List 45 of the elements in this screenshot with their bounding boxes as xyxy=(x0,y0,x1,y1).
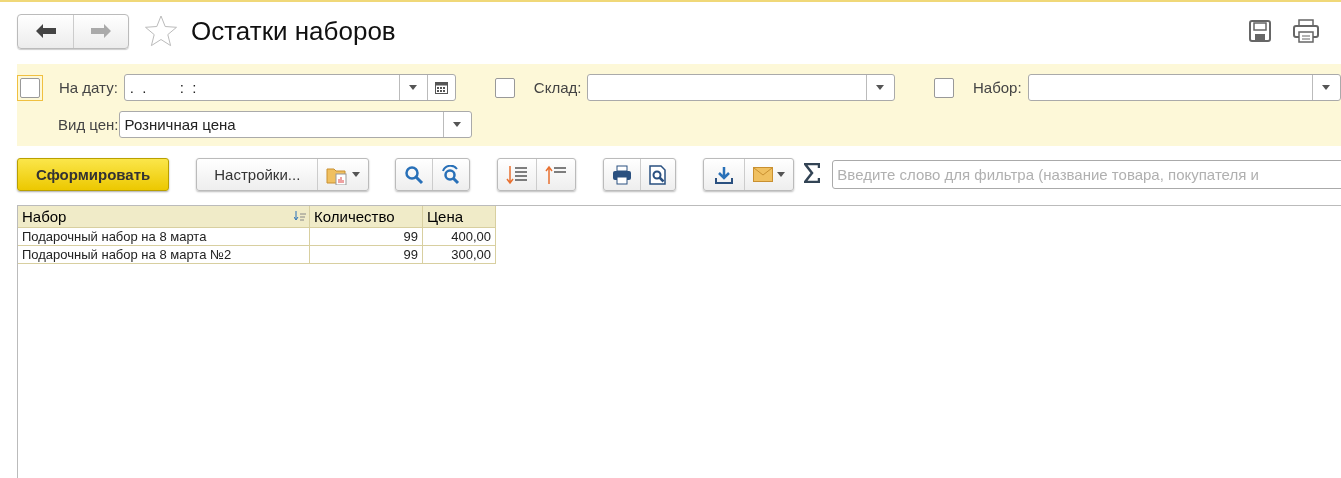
page-magnifier-icon xyxy=(649,164,668,185)
search-icon xyxy=(404,164,425,185)
table-cell: 300,00 xyxy=(422,245,496,264)
field-label: Набор: xyxy=(972,79,1022,96)
printer-icon xyxy=(612,164,633,185)
field-label: Вид цен: xyxy=(58,116,119,133)
list-arrow-down-icon xyxy=(506,164,529,185)
table-cell: 400,00 xyxy=(422,227,496,246)
forward-arrow-icon xyxy=(91,24,111,38)
generate-button[interactable]: Сформировать xyxy=(17,158,170,191)
search-refresh-icon xyxy=(441,164,462,185)
column-header[interactable]: Количество xyxy=(309,206,423,228)
star-icon[interactable] xyxy=(143,14,179,48)
field-label: На дату: xyxy=(59,79,118,96)
date-field[interactable]: . . : : xyxy=(123,74,456,101)
caret-icon xyxy=(453,122,462,127)
select-field[interactable] xyxy=(1027,74,1341,101)
table-cell: Подарочный набор на 8 марта xyxy=(18,227,310,246)
column-header[interactable]: Цена xyxy=(422,206,496,228)
window-title: Остатки наборов xyxy=(191,15,396,47)
select-field[interactable]: Розничная цена xyxy=(118,111,472,138)
calendar-icon xyxy=(434,81,448,94)
back-arrow-icon xyxy=(35,24,56,38)
caret-icon xyxy=(777,172,786,177)
table-cell: 99 xyxy=(309,227,423,246)
print-button[interactable] xyxy=(1293,19,1319,43)
caret-icon xyxy=(1322,85,1331,90)
table-cell: 99 xyxy=(309,245,423,264)
caret-icon xyxy=(352,172,361,177)
save-button[interactable] xyxy=(1249,20,1271,42)
sigma-icon xyxy=(804,162,821,183)
checkbox[interactable] xyxy=(494,77,515,98)
sort-icon xyxy=(294,211,306,221)
column-header[interactable]: Набор xyxy=(18,206,310,228)
envelope-icon xyxy=(753,167,774,182)
search-field[interactable]: Введите слово для фильтра (название товара, покупателя и xyxy=(832,160,1341,189)
list-arrow-up-icon xyxy=(545,164,568,185)
download-icon xyxy=(714,164,735,185)
caret-icon xyxy=(409,85,418,90)
caret-icon xyxy=(876,85,885,90)
select-field[interactable] xyxy=(587,74,895,101)
field-label: Склад: xyxy=(533,79,582,96)
printer-icon xyxy=(1293,19,1319,43)
checkbox[interactable] xyxy=(933,77,954,98)
table-cell: Подарочный набор на 8 марта №2 xyxy=(18,245,310,264)
